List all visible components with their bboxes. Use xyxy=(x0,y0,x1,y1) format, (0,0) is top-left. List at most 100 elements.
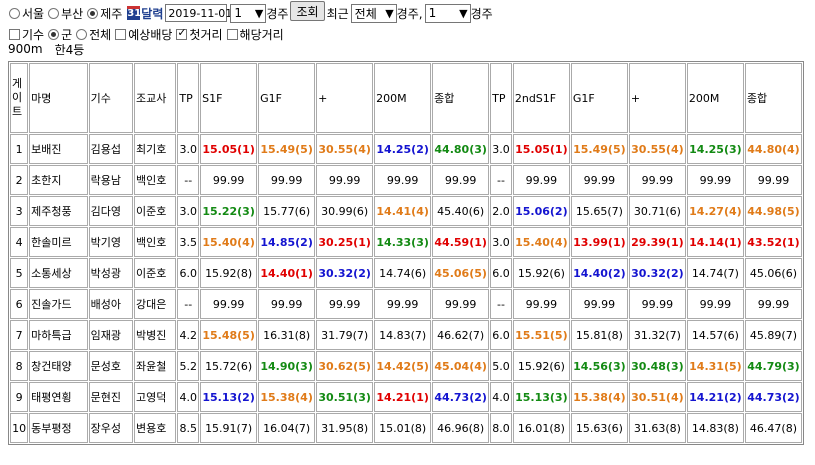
tp-cell: 6.0 xyxy=(177,258,200,288)
record-cell: 16.31(8) xyxy=(258,320,316,350)
tp-cell: 3.0 xyxy=(177,134,200,164)
record-cell: 99.99 xyxy=(570,165,628,195)
record-cell: 15.13(3) xyxy=(512,382,570,412)
tp-cell: 3.0 xyxy=(490,134,512,164)
record-cell: 99.99 xyxy=(200,289,258,319)
record-cell: 15.65(7) xyxy=(570,196,628,226)
trainer-cell: 이준호 xyxy=(134,258,177,288)
region-radio-seoul[interactable] xyxy=(9,7,20,19)
region-label-jeju: 제주 xyxy=(100,6,123,21)
filter-label-first-distance: 첫거리 xyxy=(189,27,223,42)
tp-cell: 4.0 xyxy=(490,382,512,412)
record-cell: 30.71(6) xyxy=(628,196,686,226)
record-cell: 14.85(2) xyxy=(258,227,316,257)
trainer-cell: 최기호 xyxy=(134,134,177,164)
record-cell: 45.06(5) xyxy=(432,258,490,288)
record-cell: 30.32(2) xyxy=(628,258,686,288)
table-row: 6 진솔가드 배성아 강대은 -- 99.99 99.99 99.99 99.99 99.99 --… xyxy=(10,289,802,319)
chevron-down-icon: ▼ xyxy=(254,6,264,20)
tp-cell: 5.2 xyxy=(177,351,200,381)
table-row: 7 마하특급 임재광 박병진 4.2 15.48(5) 16.31(8) 31.79(7) 14… xyxy=(10,320,802,350)
record-cell: 15.72(6) xyxy=(200,351,258,381)
record-cell: 15.01(8) xyxy=(374,413,432,443)
column-header: S1F xyxy=(200,63,258,133)
gate-cell: 9 xyxy=(10,382,29,412)
filter-checkbox-jockey[interactable] xyxy=(9,28,20,40)
record-cell: 15.49(5) xyxy=(258,134,316,164)
record-cell: 31.32(7) xyxy=(628,320,686,350)
record-cell: 15.51(5) xyxy=(512,320,570,350)
record-cell: 15.40(4) xyxy=(512,227,570,257)
record-cell: 15.40(4) xyxy=(200,227,258,257)
race-number-value: 1 xyxy=(234,6,243,20)
trainer-cell: 백인호 xyxy=(134,227,177,257)
record-cell: 99.99 xyxy=(316,165,374,195)
recent-select[interactable]: 전체 ▼ xyxy=(350,3,397,23)
record-cell: 14.21(1) xyxy=(374,382,432,412)
filter-radio-all[interactable] xyxy=(76,28,88,40)
table-row: 8 창건태양 문성호 좌윤철 5.2 15.72(6) 14.90(3) 30.62(5) 14… xyxy=(10,351,802,381)
region-radio-busan[interactable] xyxy=(48,7,60,19)
tp-cell: 3.5 xyxy=(177,227,200,257)
jockey-cell: 장우성 xyxy=(88,413,134,443)
column-header: G1F xyxy=(258,63,316,133)
record-cell: 99.99 xyxy=(512,165,570,195)
race-info: 900m 한4등 xyxy=(8,42,84,57)
horse-name-cell: 진솔가드 xyxy=(29,289,88,319)
search-button[interactable]: 조회 xyxy=(290,1,325,21)
record-cell: 30.99(6) xyxy=(316,196,374,226)
filter-checkbox-same-distance[interactable] xyxy=(226,28,238,40)
jockey-cell: 배성아 xyxy=(88,289,134,319)
record-cell: 99.99 xyxy=(744,289,802,319)
race-count-select[interactable]: 1 ▼ xyxy=(424,3,471,23)
region-radio-jeju[interactable] xyxy=(87,7,99,19)
record-cell: 15.05(1) xyxy=(200,134,258,164)
race-number-select[interactable]: 1 ▼ xyxy=(230,3,267,23)
calendar-label[interactable]: 달력 xyxy=(141,5,163,22)
record-cell: 16.01(8) xyxy=(512,413,570,443)
tp-cell: 6.0 xyxy=(490,258,512,288)
horse-name-cell: 창건태양 xyxy=(29,351,88,381)
race-count-suffix: 경주 xyxy=(470,6,493,21)
filter-checkbox-expected-odds[interactable] xyxy=(115,28,127,40)
column-header: 200M xyxy=(686,63,744,133)
filter-label-jockey: 기수 xyxy=(22,27,45,42)
gate-cell: 8 xyxy=(10,351,29,381)
filter-controls: 기수 군 전체 예상배당 첫거리 해당거리 xyxy=(8,25,287,43)
filter-checkbox-first-distance[interactable] xyxy=(176,26,188,40)
jockey-cell: 박성광 xyxy=(88,258,134,288)
record-cell: 30.32(2) xyxy=(316,258,374,288)
record-cell: 14.90(3) xyxy=(258,351,316,381)
recent-value: 전체 xyxy=(354,6,377,21)
table-row: 3 제주청풍 김다영 이준호 3.0 15.22(3) 15.77(6) 30.99(6) 14… xyxy=(10,196,802,226)
horse-name-cell: 초한지 xyxy=(29,165,88,195)
calendar-icon[interactable]: 31 xyxy=(127,6,141,20)
record-cell: 15.92(8) xyxy=(200,258,258,288)
record-cell: 99.99 xyxy=(200,165,258,195)
record-cell: 30.55(4) xyxy=(316,134,374,164)
table-header-row: 게 이 트 마명 기수 조교사 TP S1F G1F +200M 종합 TP 2ndS1F G1F +2… xyxy=(10,63,802,133)
filter-radio-group[interactable] xyxy=(48,28,60,40)
date-input[interactable]: 2019-11-01 xyxy=(165,4,232,22)
record-cell: 45.40(6) xyxy=(432,196,490,226)
record-cell: 14.31(5) xyxy=(686,351,744,381)
tp-cell: 4.0 xyxy=(177,382,200,412)
jockey-cell: 김다영 xyxy=(88,196,134,226)
tp-cell: -- xyxy=(177,289,200,319)
table-row: 10 동부평정 장우성 변용호 8.5 15.91(7) 16.04(7) 31.95(8) 1… xyxy=(10,413,802,443)
record-cell: 14.40(1) xyxy=(258,258,316,288)
record-cell: 30.48(3) xyxy=(628,351,686,381)
record-cell: 16.04(7) xyxy=(258,413,316,443)
record-cell: 14.41(4) xyxy=(374,196,432,226)
trainer-cell: 고영덕 xyxy=(134,382,177,412)
record-cell: 30.51(4) xyxy=(628,382,686,412)
column-header: G1F xyxy=(570,63,628,133)
column-header: 종합 xyxy=(744,63,802,133)
chevron-down-icon: ▼ xyxy=(459,6,468,20)
tp-cell: 2.0 xyxy=(490,196,512,226)
table-body: 1 보배진 김용섭 최기호 3.0 15.05(1) 15.49(5) 30.55(4) 14.… xyxy=(10,134,802,443)
record-cell: 15.81(8) xyxy=(570,320,628,350)
column-header: TP xyxy=(177,63,200,133)
record-cell: 44.98(5) xyxy=(744,196,802,226)
record-cell: 15.05(1) xyxy=(512,134,570,164)
